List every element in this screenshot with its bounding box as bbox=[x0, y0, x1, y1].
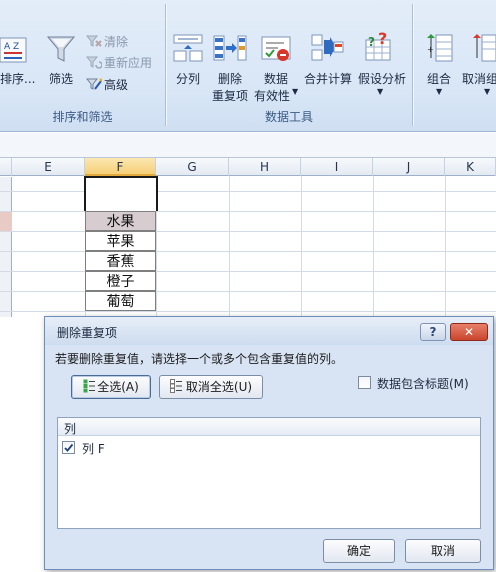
data-validation-label-2[interactable]: 有效性 bbox=[254, 87, 290, 104]
grid-line bbox=[445, 176, 446, 326]
help-button[interactable]: ? bbox=[420, 323, 446, 341]
grid-line bbox=[0, 211, 496, 212]
formula-bar-area bbox=[0, 133, 496, 158]
select-all-button[interactable]: 全选(A) bbox=[71, 375, 151, 399]
svg-text:?: ? bbox=[378, 32, 387, 48]
svg-text:+: + bbox=[427, 45, 434, 54]
consolidate-icon[interactable] bbox=[310, 32, 344, 64]
chevron-down-icon[interactable]: ▼ bbox=[292, 87, 298, 96]
column-header-g[interactable]: G bbox=[156, 158, 229, 176]
remove-duplicates-label-2[interactable]: 重复项 bbox=[212, 87, 248, 104]
grid-line bbox=[0, 271, 496, 272]
remove-duplicates-icon[interactable] bbox=[212, 32, 248, 64]
column-header-h[interactable]: H bbox=[229, 158, 301, 176]
has-headers-label[interactable]: 数据包含标题(M) bbox=[377, 375, 469, 392]
row-header-strip bbox=[0, 177, 12, 317]
what-if-analysis-icon[interactable]: ? ? bbox=[364, 29, 396, 64]
remove-duplicates-dialog: 删除重复项 ? ✕ 若要删除重复值，请选择一个或多个包含重复值的列。 全选(A)… bbox=[44, 316, 494, 570]
sort-button-label[interactable]: 排序... bbox=[0, 70, 35, 87]
advanced-filter-icon[interactable] bbox=[85, 77, 103, 91]
column-list-header-label: 列 bbox=[64, 422, 77, 436]
data-tools-group-label: 数据工具 bbox=[264, 110, 313, 124]
select-all-icon bbox=[83, 378, 96, 393]
grid-line bbox=[0, 191, 496, 192]
grid-line bbox=[0, 291, 496, 292]
chevron-down-icon[interactable]: ▼ bbox=[377, 87, 383, 96]
group-label[interactable]: 组合 bbox=[427, 70, 451, 87]
close-icon: ✕ bbox=[463, 325, 475, 339]
unselect-all-label: 取消全选(U) bbox=[185, 380, 253, 394]
what-if-analysis-label[interactable]: 假设分析 bbox=[358, 70, 406, 87]
grid-line bbox=[0, 251, 496, 252]
grid-line bbox=[301, 176, 302, 326]
cell-f-row[interactable]: 香蕉 bbox=[85, 251, 156, 271]
cell-f-row[interactable]: 苹果 bbox=[85, 231, 156, 251]
chevron-down-icon[interactable]: ▼ bbox=[484, 87, 490, 96]
column-header-k[interactable]: K bbox=[445, 158, 496, 176]
dialog-titlebar[interactable]: 删除重复项 ? ✕ bbox=[45, 317, 493, 345]
column-f-checkbox[interactable] bbox=[62, 441, 75, 454]
remove-duplicates-label-1[interactable]: 删除 bbox=[218, 70, 242, 87]
column-header-j[interactable]: J bbox=[373, 158, 445, 176]
cell-f-header[interactable]: 水果 bbox=[85, 211, 156, 231]
unselect-all-button[interactable]: 取消全选(U) bbox=[159, 375, 263, 399]
grid-line bbox=[373, 176, 374, 326]
data-validation-icon[interactable] bbox=[260, 34, 292, 64]
cancel-button[interactable]: 取消 bbox=[405, 539, 481, 563]
filter-funnel-icon[interactable] bbox=[46, 34, 76, 64]
sort-icon[interactable]: A Z bbox=[0, 36, 28, 64]
data-validation-label-1[interactable]: 数据 bbox=[264, 70, 288, 87]
filter-button-label[interactable]: 筛选 bbox=[49, 70, 73, 87]
dialog-title: 删除重复项 bbox=[57, 326, 118, 340]
column-header-f[interactable]: F bbox=[85, 158, 156, 176]
ribbon-separator bbox=[412, 4, 413, 126]
has-headers-checkbox[interactable] bbox=[358, 376, 371, 389]
consolidate-label[interactable]: 合并计算 bbox=[304, 70, 352, 87]
selection-border bbox=[84, 176, 158, 211]
text-to-columns-label[interactable]: 分列 bbox=[176, 70, 200, 87]
clear-filter-label: 清除 bbox=[104, 35, 129, 49]
row-header-highlight bbox=[0, 211, 12, 231]
svg-text:?: ? bbox=[368, 35, 375, 49]
chevron-down-icon[interactable]: ▼ bbox=[436, 87, 442, 96]
row-header-corner[interactable] bbox=[0, 158, 12, 176]
dialog-instruction: 若要删除重复值，请选择一个或多个包含重复值的列。 bbox=[55, 352, 344, 366]
grid-line bbox=[229, 176, 230, 326]
cell-f-row[interactable]: 橙子 bbox=[85, 271, 156, 291]
ungroup-icon[interactable] bbox=[472, 32, 496, 64]
grid-line bbox=[0, 311, 496, 312]
reapply-filter-icon bbox=[85, 55, 103, 69]
sort-icon-letters: A Z bbox=[4, 42, 19, 52]
column-header-i[interactable]: I bbox=[301, 158, 373, 176]
column-list: 列 列 F bbox=[57, 417, 481, 529]
cell-f-row[interactable]: 葡萄 bbox=[85, 291, 156, 311]
advanced-filter-label[interactable]: 高级 bbox=[104, 76, 128, 93]
close-button[interactable]: ✕ bbox=[450, 323, 488, 341]
column-header-e[interactable]: E bbox=[12, 158, 85, 176]
reapply-filter-label: 重新应用 bbox=[104, 56, 153, 70]
column-list-header: 列 bbox=[58, 418, 480, 436]
ok-button[interactable]: 确定 bbox=[323, 539, 395, 563]
group-icon[interactable]: + bbox=[426, 32, 456, 64]
grid-line bbox=[0, 231, 496, 232]
select-all-label: 全选(A) bbox=[97, 380, 139, 394]
clear-filter-icon bbox=[85, 34, 102, 48]
column-f-label: 列 F bbox=[82, 442, 105, 456]
ungroup-label[interactable]: 取消组 bbox=[462, 70, 496, 87]
unselect-all-icon bbox=[169, 378, 182, 393]
help-icon: ? bbox=[429, 325, 437, 339]
ribbon: A Z 排序... 筛选 清除 重新应用 高级 排序和筛选 分列 删除 重复项 … bbox=[0, 0, 496, 132]
list-item[interactable]: 列 F bbox=[62, 440, 262, 456]
column-header-bar: E F G H I J K bbox=[0, 158, 496, 176]
sort-filter-group-label: 排序和筛选 bbox=[52, 110, 113, 124]
text-to-columns-icon[interactable] bbox=[172, 32, 206, 64]
